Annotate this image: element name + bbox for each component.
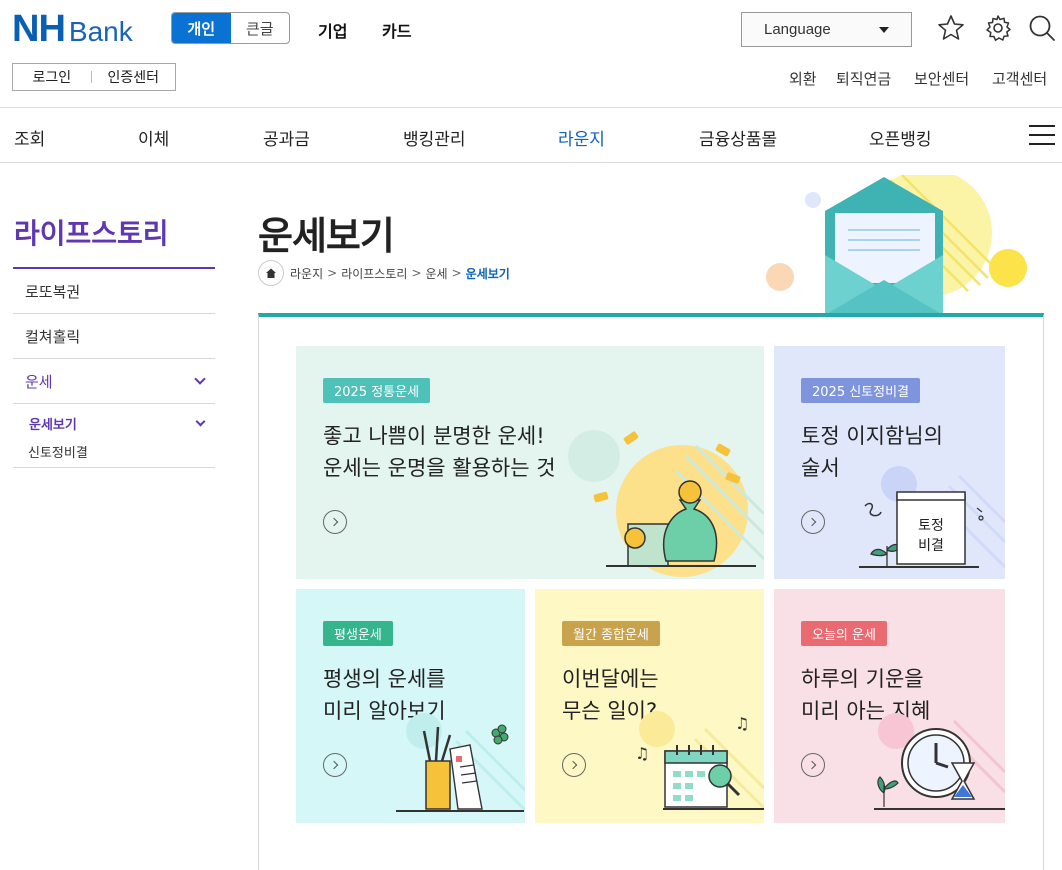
- breadcrumb-current: 운세보기: [465, 266, 510, 281]
- sidebar-item-lotto[interactable]: 로또복권: [13, 269, 215, 314]
- gear-icon[interactable]: [983, 13, 1013, 43]
- card-line: 운세는 운명을 활용하는 것: [323, 456, 556, 480]
- login-box: 로그인 인증센터: [12, 63, 176, 91]
- sidebar-submenu: 운세보기 신토정비결: [13, 404, 215, 468]
- card-line: 좋고 나쁨이 분명한 운세!: [323, 424, 545, 448]
- book-title: 비결: [918, 538, 944, 554]
- sidebar-sub-fortune-view[interactable]: 운세보기: [29, 414, 215, 433]
- arrow-right-icon[interactable]: [323, 510, 347, 534]
- clock-illustration: [874, 713, 1005, 810]
- card-tag: 2025 정통운세: [323, 378, 431, 403]
- util-link-security[interactable]: 보안센터: [914, 68, 969, 89]
- arrow-right-icon[interactable]: [801, 753, 825, 777]
- login-button[interactable]: 로그인: [13, 67, 91, 87]
- calendar-illustration: ♫ ♫: [635, 711, 764, 810]
- home-icon[interactable]: [258, 260, 284, 286]
- card-line: 평생의 운세를: [323, 667, 446, 691]
- sidebar-menu: 로또복권 컬쳐홀릭 운세 운세보기 신토정비결: [13, 267, 215, 468]
- nav-open-banking[interactable]: 오픈뱅킹: [869, 125, 932, 150]
- logo-nh: NH: [12, 8, 66, 50]
- util-link-forex[interactable]: 외환: [789, 68, 817, 89]
- language-select[interactable]: Language: [741, 12, 912, 47]
- nav-banking-mgmt[interactable]: 뱅킹관리: [403, 125, 466, 150]
- card-line: 이번달에는: [562, 667, 659, 691]
- logo-bank: Bank: [68, 16, 133, 47]
- mode-personal[interactable]: 개인: [172, 13, 231, 43]
- util-link-pension[interactable]: 퇴직연금: [836, 68, 891, 89]
- sidebar-item-label: 운세: [25, 372, 53, 391]
- sidebar-item-label: 컬쳐홀릭: [25, 327, 81, 346]
- top-menu-corporate[interactable]: 기업: [318, 18, 347, 42]
- search-icon[interactable]: [1027, 13, 1057, 43]
- nav-product-mall[interactable]: 금융상품몰: [699, 125, 777, 150]
- nh-bank-logo[interactable]: NH Bank: [12, 8, 133, 50]
- card-tag: 평생운세: [323, 621, 393, 646]
- envelope-illustration: [766, 175, 1027, 315]
- mode-large-text[interactable]: 큰글: [231, 13, 290, 43]
- fortune-card-traditional[interactable]: 2025 정통운세 좋고 나쁨이 분명한 운세! 운세는 운명을 활용하는 것: [296, 346, 764, 579]
- book-illustration: 토정 비결: [859, 466, 1005, 569]
- arrow-right-icon[interactable]: [801, 510, 825, 534]
- mode-toggle: 개인 큰글: [171, 12, 290, 44]
- nav-lounge[interactable]: 라운지: [558, 125, 605, 150]
- fortune-card-lifetime[interactable]: 평생운세 평생의 운세를 미리 알아보기: [296, 589, 525, 823]
- fortune-card-tojeong[interactable]: 2025 신토정비결 토정 이지함님의 술서 토정 비결: [774, 346, 1005, 579]
- page-title: 운세보기: [258, 214, 395, 258]
- sidebar-item-fortune[interactable]: 운세: [13, 359, 215, 404]
- cert-center-button[interactable]: 인증센터: [92, 67, 175, 87]
- hamburger-menu-icon[interactable]: [1029, 125, 1055, 147]
- fortune-card-monthly[interactable]: 월간 종합운세 이번달에는 무슨 일이? ♫ ♫: [535, 589, 764, 823]
- card-tag: 2025 신토정비결: [801, 378, 921, 403]
- breadcrumb-item[interactable]: 운세: [426, 265, 448, 282]
- breadcrumb-item[interactable]: 라이프스토리: [341, 265, 407, 282]
- sidebar-item-culture[interactable]: 컬쳐홀릭: [13, 314, 215, 359]
- fortune-card-today[interactable]: 오늘의 운세 하루의 기운을 미리 아는 지혜: [774, 589, 1005, 823]
- sidebar-sub-tojeong[interactable]: 신토정비결: [28, 442, 215, 461]
- card-tag: 오늘의 운세: [801, 621, 887, 646]
- svg-text:♫: ♫: [635, 744, 649, 763]
- card-description: 좋고 나쁨이 분명한 운세! 운세는 운명을 활용하는 것: [323, 420, 556, 484]
- top-menu-card[interactable]: 카드: [382, 18, 411, 42]
- card-line: 하루의 기운을: [801, 667, 924, 691]
- util-link-customer[interactable]: 고객센터: [992, 68, 1047, 89]
- nav-utility[interactable]: 공과금: [263, 125, 310, 150]
- chevron-down-icon: [194, 373, 206, 385]
- pencil-cup-illustration: [396, 713, 525, 812]
- sidebar-title: 라이프스토리: [14, 217, 169, 250]
- caret-down-icon: [879, 27, 889, 33]
- main-nav: 조회 이체 공과금 뱅킹관리 라운지 금융상품몰 오픈뱅킹: [0, 108, 1062, 163]
- money-bag-illustration: [568, 430, 764, 577]
- breadcrumb: 라운지 > 라이프스토리 > 운세 > 운세보기: [258, 260, 510, 286]
- arrow-right-icon[interactable]: [323, 753, 347, 777]
- breadcrumb-item[interactable]: 라운지: [290, 265, 323, 282]
- star-icon[interactable]: [936, 13, 966, 43]
- arrow-right-icon[interactable]: [562, 753, 586, 777]
- nav-transfer[interactable]: 이체: [138, 125, 169, 150]
- book-title: 토정: [918, 518, 944, 534]
- card-tag: 월간 종합운세: [562, 621, 660, 646]
- svg-text:♫: ♫: [735, 714, 749, 733]
- language-label: Language: [764, 21, 831, 38]
- nav-inquiry[interactable]: 조회: [14, 125, 45, 150]
- sidebar-item-label: 로또복권: [25, 282, 81, 301]
- site-header: NH Bank 개인 큰글 기업 카드 Language 로그인 인증센터 외환…: [0, 0, 1062, 108]
